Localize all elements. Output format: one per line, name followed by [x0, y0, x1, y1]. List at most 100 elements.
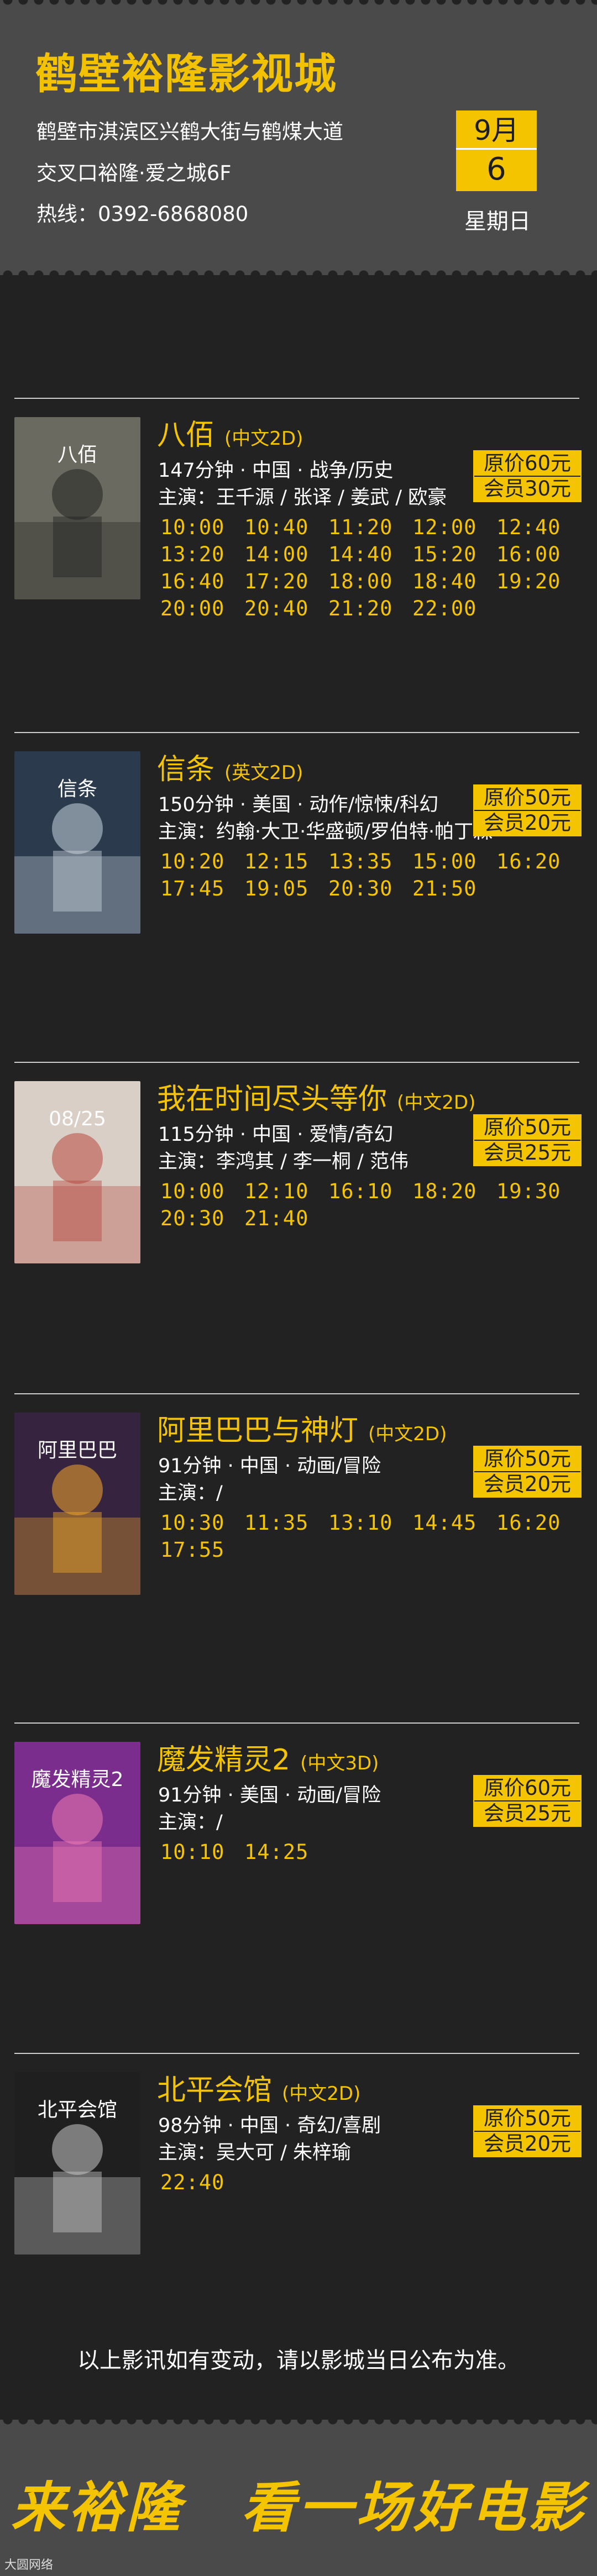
poster-image: 阿里巴巴	[14, 1413, 140, 1595]
showtime[interactable]: 13:35	[328, 849, 412, 875]
showtime[interactable]: 12:40	[496, 515, 580, 540]
movie-language: (中文2D)	[397, 1092, 476, 1114]
showtime[interactable]: 11:35	[244, 1510, 328, 1536]
showtime[interactable]: 22:00	[412, 596, 496, 621]
showtime[interactable]: 18:40	[412, 569, 496, 594]
price-badge: 原价50元 会员20元	[473, 1446, 582, 1498]
movie-title-text: 信条	[157, 753, 215, 786]
price-original: 原价60元	[474, 1776, 580, 1800]
showtime[interactable]: 10:10	[160, 1840, 244, 1865]
showtime[interactable]: 16:20	[496, 1510, 580, 1536]
showtime[interactable]: 19:30	[496, 1179, 580, 1204]
showtime[interactable]: 17:55	[160, 1537, 244, 1563]
showtime[interactable]: 19:05	[244, 876, 328, 902]
movie-language: (英文2D)	[224, 762, 303, 784]
movie-info: 147分钟 · 中国 · 战争/历史	[158, 460, 394, 482]
movie-item: 信条 信条 (英文2D) 150分钟 · 美国 · 动作/惊悚/科幻 主演：约翰·…	[0, 732, 597, 964]
showtime[interactable]: 19:20	[496, 569, 580, 594]
showtime[interactable]: 10:00	[160, 1179, 244, 1204]
showtime[interactable]: 16:40	[160, 569, 244, 594]
showtime-list: 10:20 12:15 13:35 15:00 16:20 17:45 19:05 20:30…	[160, 849, 580, 902]
movie-item: 八佰 八佰 (中文2D) 147分钟 · 中国 · 战争/历史 主演：王千源 / …	[0, 398, 597, 630]
poster-figure	[52, 469, 103, 520]
poster-figure-body	[53, 1841, 102, 1902]
price-member: 会员30元	[474, 477, 580, 501]
showtime[interactable]: 21:20	[328, 596, 412, 621]
showtime[interactable]: 17:20	[244, 569, 328, 594]
showtime[interactable]: 18:20	[412, 1179, 496, 1204]
showtime[interactable]: 18:00	[328, 569, 412, 594]
address-line-1: 鹤壁市淇滨区兴鹤大街与鹤煤大道	[36, 120, 343, 144]
showtime[interactable]: 15:20	[412, 542, 496, 567]
movie-title[interactable]: 魔发精灵2 (中文3D)	[157, 1736, 379, 1778]
movie-divider	[14, 1393, 579, 1394]
showtime[interactable]: 16:10	[328, 1179, 412, 1204]
movie-title[interactable]: 阿里巴巴与神灯 (中文2D)	[157, 1407, 447, 1448]
showtime[interactable]: 13:10	[328, 1510, 412, 1536]
movie-title-text: 八佰	[157, 419, 215, 452]
movie-item: 北平会馆 北平会馆 (中文2D) 98分钟 · 中国 · 奇幻/喜剧 主演：吴大可…	[0, 2053, 597, 2285]
showtime[interactable]: 11:20	[328, 515, 412, 540]
movie-title[interactable]: 八佰 (中文2D)	[157, 412, 303, 453]
ticket-edge-top	[0, 2414, 597, 2425]
poster-figure	[52, 1794, 103, 1845]
footer-panel: 来裕隆 看一场好电影 大圆网络	[0, 2414, 597, 2576]
showtime[interactable]: 16:00	[496, 542, 580, 567]
movie-cast: 主演：约翰·大卫·华盛顿/罗伯特·帕丁森	[158, 821, 493, 843]
movie-item: 08/25 我在时间尽头等你 (中文2D) 115分钟 · 中国 · 爱情/奇幻 …	[0, 1062, 597, 1294]
hotline: 热线：0392-6868080	[36, 202, 249, 226]
showtime[interactable]: 14:00	[244, 542, 328, 567]
movie-cast: 主演：李鸿其 / 李一桐 / 范伟	[158, 1151, 409, 1173]
showtime[interactable]: 10:20	[160, 849, 244, 875]
poster-label: 阿里巴巴	[38, 1439, 117, 1462]
price-badge: 原价50元 会员25元	[473, 1114, 582, 1166]
price-original: 原价50元	[474, 2106, 580, 2131]
date-badge: 9月 6	[456, 110, 537, 191]
showtime[interactable]: 14:40	[328, 542, 412, 567]
showtime[interactable]: 20:30	[160, 1206, 244, 1231]
movie-poster: 阿里巴巴	[14, 1413, 140, 1595]
movie-title[interactable]: 我在时间尽头等你 (中文2D)	[157, 1076, 475, 1117]
showtime[interactable]: 12:00	[412, 515, 496, 540]
ticket-edge-top	[0, 0, 597, 6]
movie-title[interactable]: 信条 (英文2D)	[157, 746, 303, 787]
movie-poster: 八佰	[14, 417, 140, 599]
showtime[interactable]: 20:40	[244, 596, 328, 621]
cinema-name: 鹤壁裕隆影视城	[35, 49, 337, 98]
price-original: 原价60元	[474, 451, 580, 476]
movie-title[interactable]: 北平会馆 (中文2D)	[157, 2067, 360, 2108]
price-badge: 原价60元 会员25元	[473, 1775, 582, 1827]
showtime[interactable]: 14:45	[412, 1510, 496, 1536]
showtime[interactable]: 17:45	[160, 876, 244, 902]
price-original: 原价50元	[474, 786, 580, 810]
showtime-list: 10:10 14:25	[160, 1840, 580, 1865]
price-badge: 原价60元 会员30元	[473, 450, 582, 502]
price-badge: 原价50元 会员20元	[473, 784, 582, 836]
movie-poster: 信条	[14, 751, 140, 934]
showtime[interactable]: 12:10	[244, 1179, 328, 1204]
movie-item: 阿里巴巴 阿里巴巴与神灯 (中文2D) 91分钟 · 中国 · 动画/冒险 主演：…	[0, 1393, 597, 1625]
price-original: 原价50元	[474, 1447, 580, 1471]
showtime[interactable]: 10:00	[160, 515, 244, 540]
poster-image: 信条	[14, 751, 140, 934]
price-member: 会员20元	[474, 2132, 580, 2156]
showtime[interactable]: 16:20	[496, 849, 580, 875]
showtime-list: 10:30 11:35 13:10 14:45 16:20 17:55	[160, 1510, 580, 1563]
showtime[interactable]: 14:25	[244, 1840, 328, 1865]
showtime[interactable]: 20:00	[160, 596, 244, 621]
showtime[interactable]: 10:30	[160, 1510, 244, 1536]
poster-image: 08/25	[14, 1081, 140, 1263]
showtime[interactable]: 13:20	[160, 542, 244, 567]
showtime[interactable]: 12:15	[244, 849, 328, 875]
movie-info: 115分钟 · 中国 · 爱情/奇幻	[158, 1124, 394, 1146]
movie-info: 98分钟 · 中国 · 奇幻/喜剧	[158, 2115, 381, 2137]
showtime[interactable]: 21:40	[244, 1206, 328, 1231]
movie-language: (中文2D)	[368, 1423, 447, 1445]
movie-language: (中文3D)	[300, 1752, 379, 1774]
poster-figure	[52, 1465, 103, 1515]
showtime[interactable]: 22:40	[160, 2170, 244, 2195]
showtime[interactable]: 20:30	[328, 876, 412, 902]
showtime[interactable]: 10:40	[244, 515, 328, 540]
showtime[interactable]: 21:50	[412, 876, 496, 902]
showtime[interactable]: 15:00	[412, 849, 496, 875]
